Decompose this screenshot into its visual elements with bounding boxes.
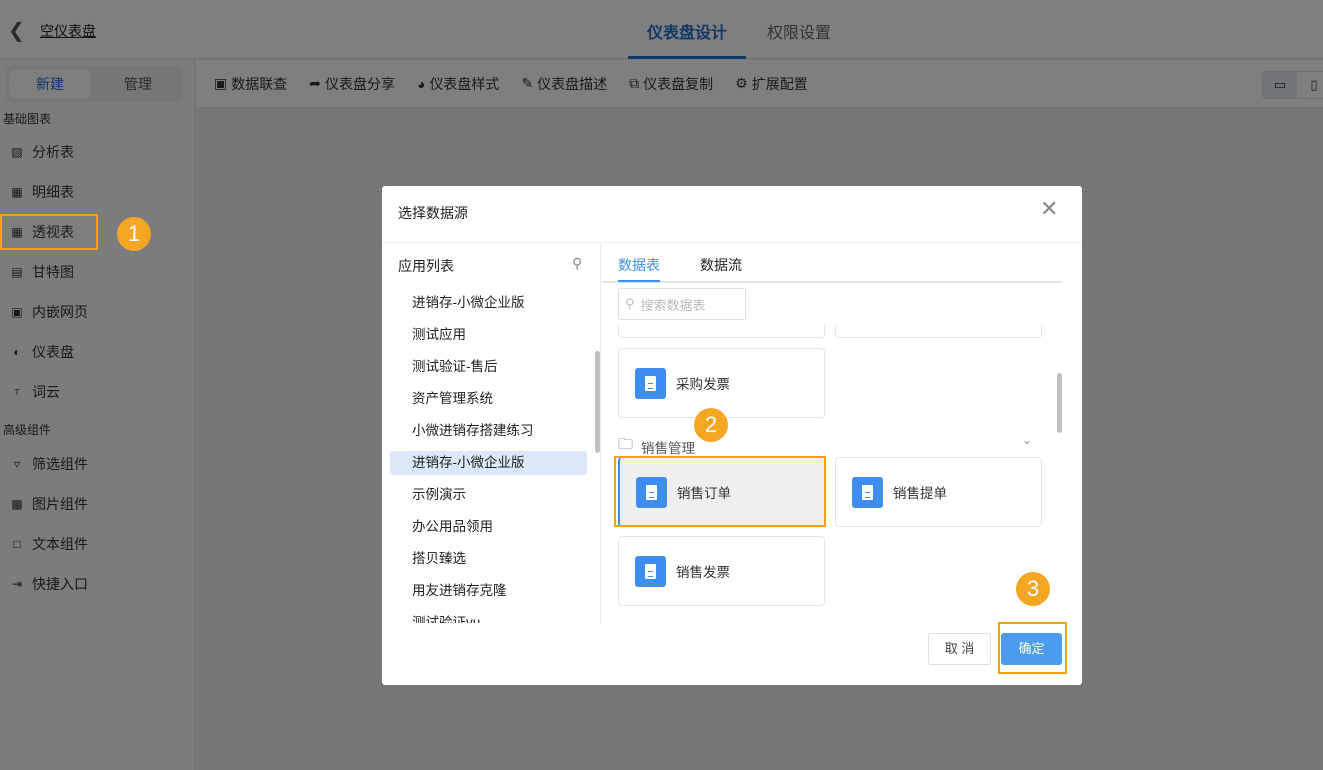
table-card[interactable]: 销售发票 [618,536,825,606]
app-item[interactable]: 进销存-小微企业版 [390,291,587,315]
app-item[interactable]: 小微进销存搭建练习 [390,419,587,443]
folder-label: 销售管理 [641,440,696,456]
card-partial[interactable] [835,325,1042,338]
scrollbar[interactable] [1057,373,1062,433]
highlight-sales-order [614,456,826,527]
tab-divider [602,281,1062,283]
app-item[interactable]: 资产管理系统 [390,387,587,411]
active-tab-indicator [618,280,660,282]
close-icon[interactable]: ✕ [1040,196,1058,222]
document-icon [852,476,883,508]
table-search-input[interactable]: ⚲ 搜索数据表 [618,288,746,320]
step-badge-2: 2 [694,408,728,442]
app-item[interactable]: 测试验证-售后 [390,355,587,379]
app-item[interactable]: 测试验证vu [390,611,587,623]
search-icon: ⚲ [625,296,635,311]
cancel-button[interactable]: 取 消 [928,633,991,665]
card-label: 采购发票 [676,377,730,392]
scrollbar[interactable] [595,351,600,453]
app-item-selected[interactable]: 进销存-小微企业版 [390,451,587,475]
app-list-header: 应用列表 [398,258,454,274]
document-icon [635,367,666,399]
app-item[interactable]: 示例演示 [390,483,587,507]
highlight-pivot [0,214,98,250]
app-item[interactable]: 测试应用 [390,323,587,347]
step-badge-1: 1 [117,217,151,251]
placeholder: 搜索数据表 [640,297,706,313]
select-datasource-dialog: 选择数据源 ✕ 应用列表 ⚲ 进销存-小微企业版 测试应用 测试验证-售后 资产… [382,186,1082,685]
highlight-confirm [998,622,1067,674]
tab-data-table[interactable]: 数据表 [618,255,660,275]
chevron-down-icon[interactable]: ⌄ [1022,433,1032,447]
dialog-title: 选择数据源 [398,205,468,221]
table-panel: 数据表 数据流 ⚲ 搜索数据表 采购发票 🗀 销售管理 ⌄ 销售订单 销售提单 销售… [602,243,1082,623]
app-item[interactable]: 搭贝臻选 [390,547,587,571]
step-badge-3: 3 [1016,572,1050,606]
tab-data-flow[interactable]: 数据流 [700,255,742,275]
app-list-panel: 应用列表 ⚲ 进销存-小微企业版 测试应用 测试验证-售后 资产管理系统 小微进… [382,243,601,623]
document-icon [635,555,666,587]
card-label: 销售提单 [893,486,947,501]
app-item[interactable]: 办公用品领用 [390,515,587,539]
app-item[interactable]: 用友进销存克隆 [390,579,587,603]
card-label: 销售发票 [676,565,730,580]
table-card[interactable]: 销售提单 [835,457,1042,527]
table-card[interactable]: 采购发票 [618,348,825,418]
search-icon[interactable]: ⚲ [572,255,582,272]
card-partial[interactable] [618,325,825,338]
